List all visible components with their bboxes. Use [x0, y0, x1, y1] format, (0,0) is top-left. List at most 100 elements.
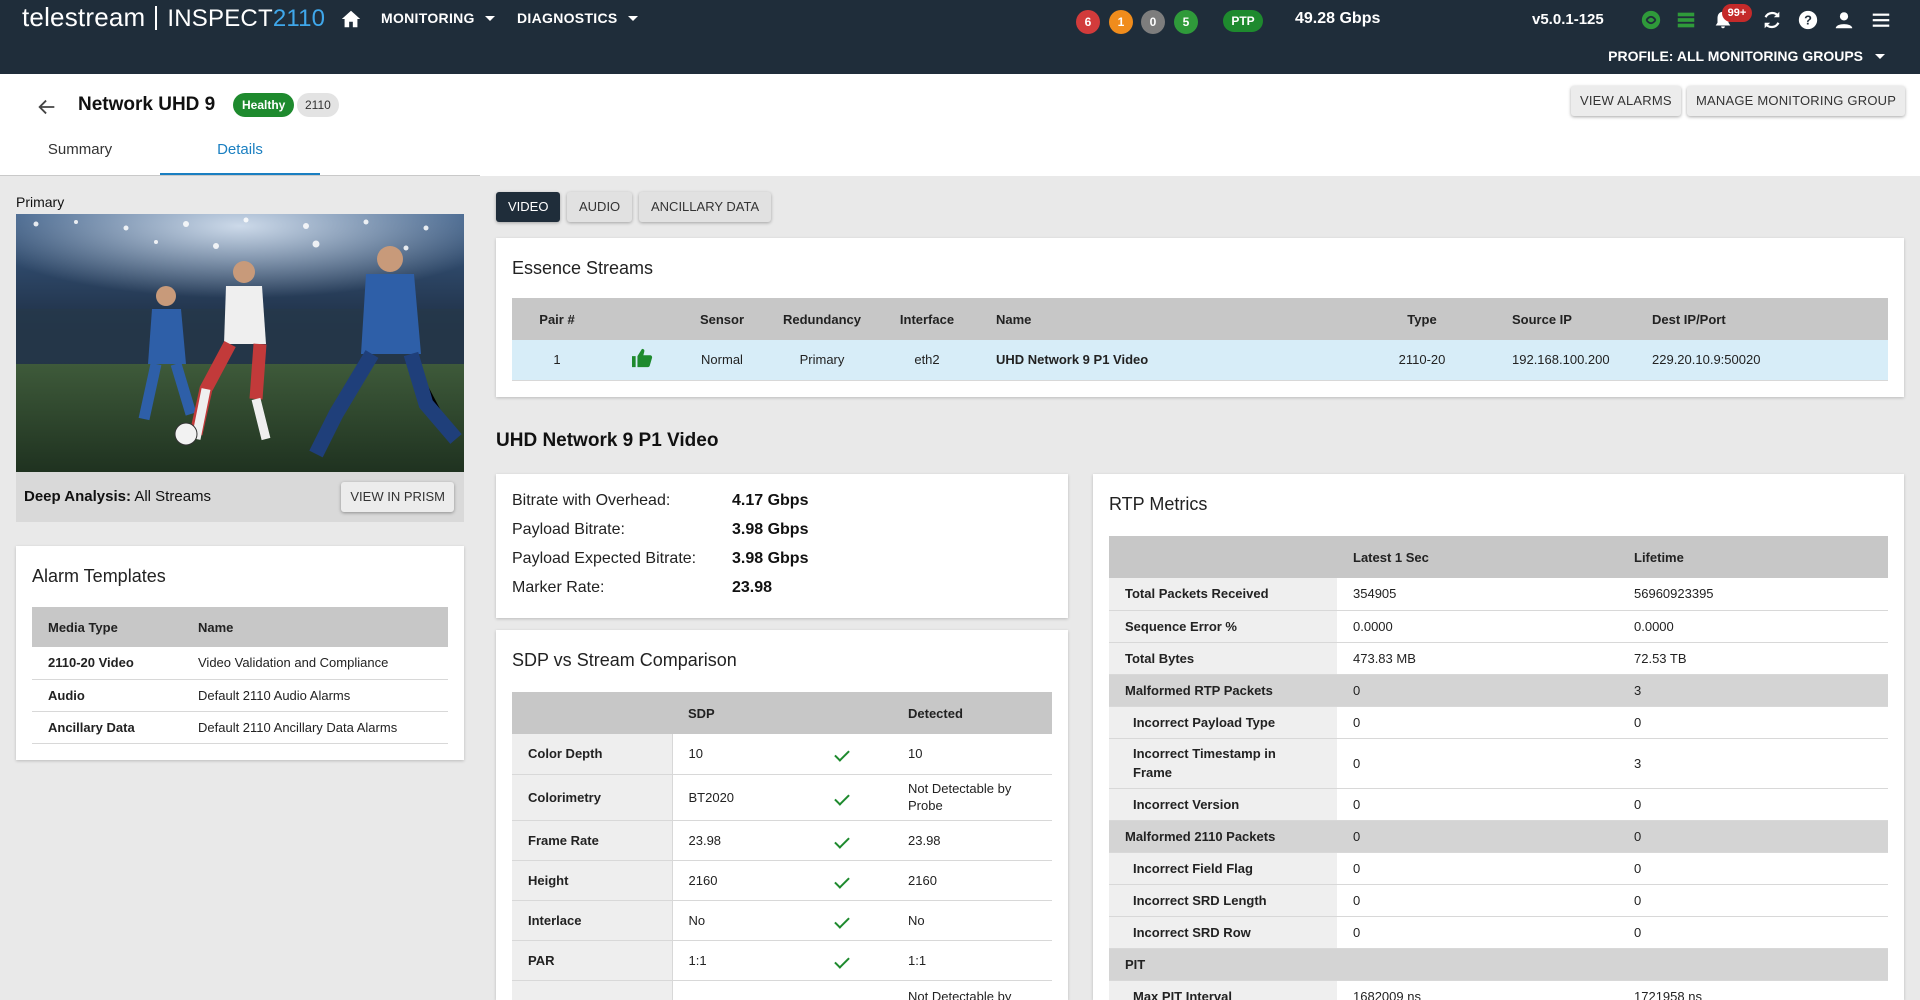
metric-latest: 0 [1337, 820, 1618, 853]
sdp-value: No [671, 900, 792, 941]
metric-latest: 1682009 ns [1337, 980, 1618, 1000]
sdp-comparison-title: SDP vs Stream Comparison [512, 650, 737, 670]
marker-rate-label: Marker Rate: [512, 579, 605, 596]
detected-value: 1:1 [892, 940, 1052, 981]
match-cell [792, 774, 892, 821]
profile-label: PROFILE: ALL MONITORING GROUPS [1608, 48, 1863, 64]
user-icon[interactable] [1833, 9, 1855, 31]
sdp-param-label: PAR [512, 940, 672, 981]
detected-value: No [892, 900, 1052, 941]
match-cell [792, 980, 892, 1000]
svg-text:?: ? [1804, 13, 1812, 28]
critical-alarm-count[interactable]: 6 [1076, 10, 1100, 34]
bitrate-overhead-value: 4.17 Gbps [732, 492, 809, 509]
metric-lifetime: 72.53 TB [1618, 642, 1888, 675]
column-header: Dest IP/Port [1652, 298, 1888, 340]
column-header: Interface [882, 298, 972, 340]
checkmark-icon [834, 912, 850, 929]
column-header: Source IP [1472, 298, 1652, 340]
stream-tab-audio[interactable]: AUDIO [567, 192, 633, 222]
template-link[interactable]: Default 2110 Audio Alarms [198, 679, 448, 712]
column-header: Type [1372, 298, 1472, 340]
deep-analysis-value: All Streams [134, 488, 212, 505]
column-header: Name [972, 298, 1372, 340]
minor-alarm-count[interactable]: 0 [1141, 10, 1165, 34]
metric-latest: 0 [1337, 852, 1618, 885]
column-header: Redundancy [762, 298, 882, 340]
sensor-cell: Normal [682, 340, 762, 381]
manage-monitoring-group-button[interactable]: MANAGE MONITORING GROUP [1687, 86, 1906, 116]
nav-diagnostics-label: DIAGNOSTICS [517, 10, 618, 26]
template-link[interactable]: Video Validation and Compliance [198, 647, 448, 680]
essence-streams-title: Essence Streams [512, 258, 654, 278]
table-row: PIT [1109, 948, 1888, 981]
connection-status-icon[interactable] [1640, 9, 1662, 31]
table-row[interactable]: 1 Normal Primary eth2 UHD Network 9 P1 V… [512, 340, 1888, 381]
stream-tab-ancillary-data[interactable]: ANCILLARY DATA [639, 192, 772, 222]
table-row: Frame Rate 23.98 23.98 [512, 820, 1052, 861]
metric-latest: 0 [1337, 674, 1618, 707]
stream-tab-video[interactable]: VIDEO [496, 192, 561, 222]
logo-divider [155, 6, 158, 30]
metric-lifetime: 0 [1618, 820, 1888, 853]
major-alarm-count[interactable]: 1 [1109, 10, 1133, 34]
detected-value: 10 [892, 734, 1052, 775]
rtp-metrics-table: Latest 1 Sec Lifetime Total Packets Rece… [1109, 536, 1888, 1000]
type-badge: 2110 [297, 93, 339, 117]
metric-lifetime: 0.0000 [1618, 610, 1888, 643]
tab-summary[interactable]: Summary [0, 136, 160, 176]
table-row: Incorrect SRD Row 0 0 [1109, 916, 1888, 949]
nav-diagnostics[interactable]: DIAGNOSTICS [517, 10, 638, 26]
back-arrow-icon[interactable] [36, 96, 58, 118]
tab-details[interactable]: Details [160, 136, 320, 176]
refresh-icon[interactable] [1761, 9, 1783, 31]
sdp-value: 2160 [671, 860, 792, 901]
payload-expected-value: 3.98 Gbps [732, 550, 809, 567]
marker-rate-value: 23.98 [732, 579, 773, 596]
media-type-cell: Ancillary Data [32, 711, 198, 744]
app-version: v5.0.1-125 [1532, 11, 1604, 28]
metric-label: Incorrect Field Flag [1109, 852, 1337, 885]
column-header: Sensor [682, 298, 762, 340]
total-bitrate: 49.28 Gbps [1295, 10, 1381, 27]
table-row: 2110-20 Video Video Validation and Compl… [32, 647, 448, 680]
table-row: Ancillary Data Default 2110 Ancillary Da… [32, 711, 448, 744]
menu-icon[interactable] [1870, 9, 1892, 31]
table-row: Total Packets Received 354905 56960923395 [1109, 578, 1888, 611]
sensor-status-cell [602, 340, 682, 381]
pair-cell: 1 [512, 340, 602, 381]
sdp-param-label: Colorimetry [512, 774, 672, 821]
product-name: INSPECT [167, 5, 273, 32]
metric-lifetime: 0 [1618, 852, 1888, 885]
alarm-templates-table: Media Type Name 2110-20 Video Video Vali… [32, 607, 448, 744]
help-icon[interactable]: ? [1797, 9, 1819, 31]
metric-lifetime [1618, 948, 1888, 981]
thumbs-up-icon [632, 349, 653, 368]
table-row: Incorrect Version 0 0 [1109, 788, 1888, 821]
payload-bitrate-label: Payload Bitrate: [512, 521, 625, 538]
metric-lifetime: 0 [1618, 706, 1888, 739]
nav-monitoring[interactable]: MONITORING [381, 10, 495, 26]
profile-selector[interactable]: PROFILE: ALL MONITORING GROUPS [1608, 48, 1885, 64]
home-icon[interactable] [340, 8, 362, 30]
match-cell [792, 820, 892, 861]
metric-lifetime: 56960923395 [1618, 578, 1888, 611]
chevron-down-icon [1875, 54, 1885, 59]
metric-latest: 0 [1337, 916, 1618, 949]
tab-divider [0, 175, 480, 176]
view-alarms-button[interactable]: VIEW ALARMS [1571, 86, 1681, 116]
page-header: Network UHD 9 Healthy 2110 VIEW ALARMS M… [0, 74, 1920, 176]
view-in-prism-button[interactable]: VIEW IN PRISM [341, 482, 454, 512]
app-logo[interactable]: telestream INSPECT2110 [22, 2, 325, 33]
template-link[interactable]: Default 2110 Ancillary Data Alarms [198, 711, 448, 744]
video-thumbnail[interactable] [16, 214, 464, 472]
detected-value: Not Detectable by Probe [892, 774, 1052, 821]
table-row: Height 2160 2160 [512, 860, 1052, 901]
list-status-icon[interactable] [1675, 9, 1697, 31]
ptp-status-badge[interactable]: PTP [1223, 10, 1263, 32]
sdp-value [671, 980, 792, 1000]
ok-count[interactable]: 5 [1174, 10, 1198, 34]
table-row: Interlace No No [512, 900, 1052, 941]
metric-latest: 354905 [1337, 578, 1618, 611]
media-type-cell: Audio [32, 679, 198, 712]
